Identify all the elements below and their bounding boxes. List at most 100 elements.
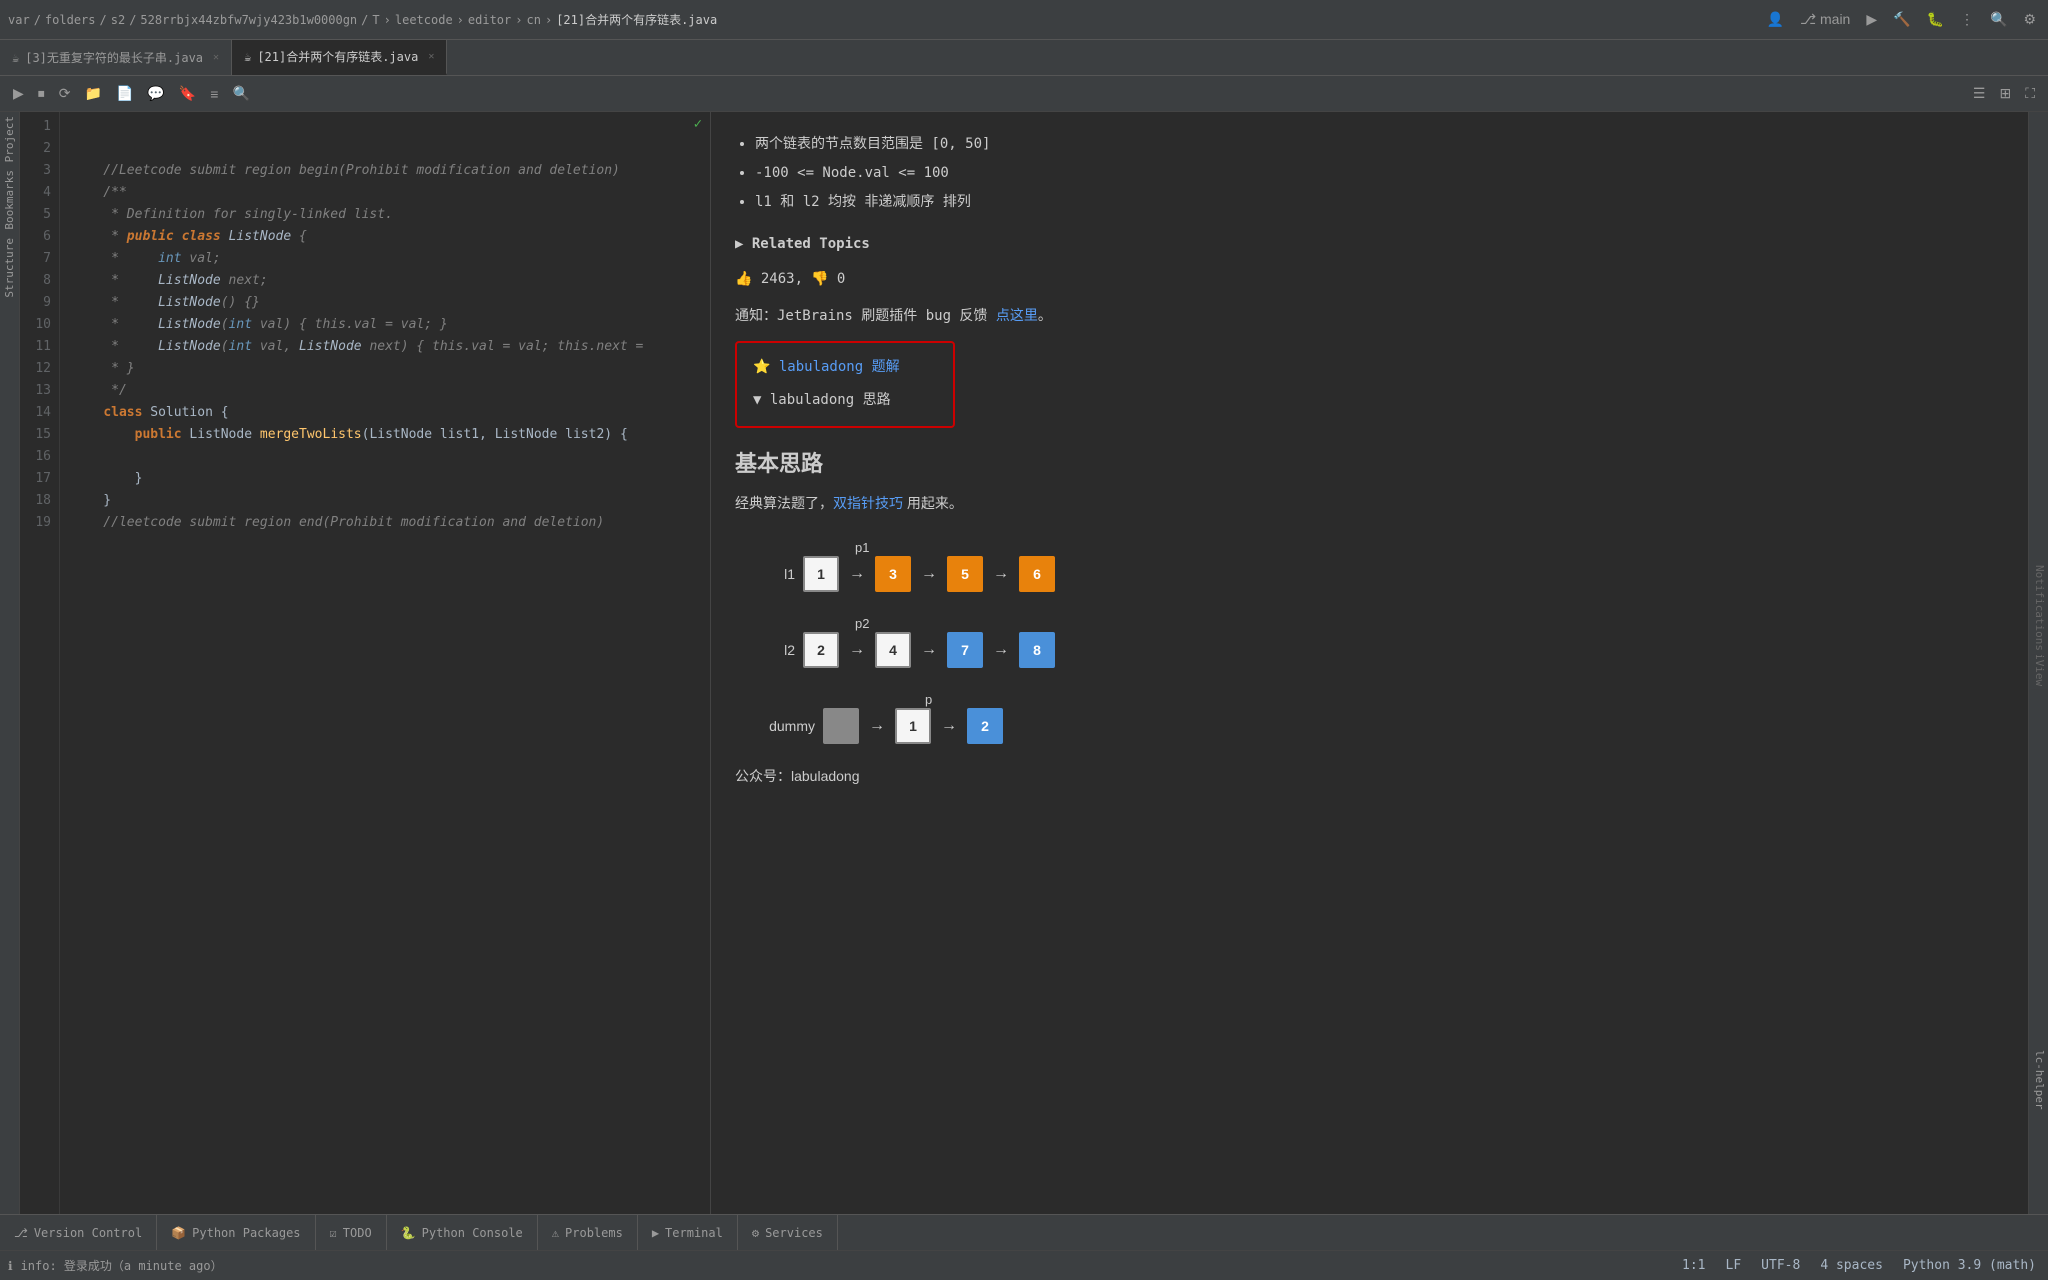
diff-button[interactable]: ≡ (205, 83, 223, 105)
line-2: //Leetcode submit region begin(Prohibit … (72, 163, 620, 178)
constraint-item: 两个链表的节点数目范围是 [0, 50] (755, 132, 2004, 157)
tab-services-label: Services (765, 1226, 823, 1240)
line-14: public ListNode mergeTwoLists(ListNode l… (72, 427, 628, 442)
tab-close-icon[interactable]: ✕ (213, 52, 219, 63)
left-panel: Project Bookmarks Structure (0, 112, 20, 1214)
run-icon[interactable]: ▶ (1862, 9, 1881, 30)
tab-services[interactable]: ⚙ Services (738, 1215, 838, 1250)
line-ending[interactable]: LF (1722, 1258, 1746, 1273)
line-10: * ListNode(int val, ListNode next) { thi… (72, 339, 643, 354)
sep: › (384, 13, 391, 27)
tab-python-console-label: Python Console (422, 1226, 523, 1240)
build-icon[interactable]: 🔨 (1889, 9, 1914, 30)
indent-setting[interactable]: 4 spaces (1816, 1258, 1887, 1273)
sep: / (361, 13, 368, 27)
tab-python-console[interactable]: 🐍 Python Console (387, 1215, 538, 1250)
arrow: → (921, 636, 937, 665)
tab-problems[interactable]: ⚠ Problems (538, 1215, 638, 1250)
tab-version-control-label: Version Control (34, 1226, 142, 1240)
lc-helper-label[interactable]: lc-helper (2031, 1046, 2048, 1114)
sep: / (34, 13, 41, 27)
todo-icon: ☑ (330, 1226, 337, 1240)
arrow: → (993, 560, 1009, 589)
line-12: */ (72, 383, 127, 398)
folder-button[interactable]: 📁 (80, 82, 107, 105)
line-3: /** (72, 185, 127, 200)
l2-label: l2 (735, 638, 795, 663)
right-content-panel: 两个链表的节点数目范围是 [0, 50] -100 <= Node.val <=… (710, 112, 2028, 1214)
language-setting[interactable]: Python 3.9 (math) (1899, 1258, 2040, 1273)
top-bar: var / folders / s2 / 528rrbjx44zbfw7wjy4… (0, 0, 2048, 40)
run-button[interactable]: ▶ (8, 82, 29, 105)
tab-close-icon-active[interactable]: ✕ (428, 51, 434, 62)
notification-link[interactable]: 点这里 (996, 308, 1038, 324)
tab-icon: ☕ (12, 51, 19, 65)
labuladong-thought[interactable]: ▼ labuladong 思路 (753, 392, 891, 408)
notifications-label[interactable]: Notifications (2031, 561, 2048, 655)
split-button[interactable]: ⊞ (1994, 82, 2016, 105)
comment-button[interactable]: 💬 (142, 82, 169, 105)
editor: 12345 678910 1112131415 16171819 //Leetc… (20, 112, 710, 1214)
breadcrumb-item[interactable]: s2 (111, 13, 125, 27)
p2-label: p2 (855, 612, 869, 635)
info-icon: ℹ (8, 1259, 13, 1273)
tab-label-active: [21]合并两个有序链表.java (257, 48, 418, 65)
labuladong-box: ⭐ labuladong 题解 ▼ labuladong 思路 (735, 341, 955, 427)
tab-version-control[interactable]: ⎇ Version Control (0, 1215, 157, 1250)
project-sidebar-label[interactable]: Project (1, 112, 18, 166)
encoding[interactable]: UTF-8 (1757, 1258, 1804, 1273)
refresh-button[interactable]: ⟳ (54, 82, 76, 105)
line-9: * ListNode(int val) { this.val = val; } (72, 317, 448, 332)
run-bar: ℹ info: 登录成功（a minute ago） 1:1 LF UTF-8 … (0, 1250, 2048, 1280)
branch-icon[interactable]: ⎇ main (1796, 9, 1854, 30)
breadcrumb-item[interactable]: cn (527, 13, 541, 27)
version-control-icon: ⎇ (14, 1226, 28, 1240)
breadcrumb-item[interactable]: 528rrbjx44zbfw7wjy423b1w0000gn (140, 13, 357, 27)
line-8: * ListNode() {} (72, 295, 260, 310)
related-topics[interactable]: ▶ Related Topics (735, 232, 2004, 257)
breadcrumb-item[interactable]: editor (468, 13, 511, 27)
tab-todo[interactable]: ☑ TODO (316, 1215, 387, 1250)
layout-button[interactable]: ☰ (1968, 82, 1991, 105)
main-content: Project Bookmarks Structure 12345 678910… (0, 112, 2048, 1214)
file-button[interactable]: 📄 (111, 82, 138, 105)
line-19 (72, 537, 80, 552)
line-15 (72, 449, 80, 464)
more-icon[interactable]: ⋮ (1956, 9, 1978, 30)
user-icon[interactable]: 👤 (1763, 9, 1788, 30)
l1-node-5: 5 (947, 556, 983, 592)
line-13: class Solution { (72, 405, 229, 420)
breadcrumb-item[interactable]: leetcode (395, 13, 453, 27)
dummy-label: dummy (735, 714, 815, 739)
code-area[interactable]: //Leetcode submit region begin(Prohibit … (60, 112, 710, 1214)
tab-item[interactable]: ☕ [3]无重复字符的最长子串.java ✕ (0, 40, 232, 75)
bookmarks-sidebar-label[interactable]: Bookmarks (1, 166, 18, 234)
l1-label: l1 (735, 562, 795, 587)
cursor-position[interactable]: 1:1 (1678, 1258, 1709, 1273)
settings-icon[interactable]: ⚙ (2019, 9, 2040, 30)
l1-node-3: 3 (875, 556, 911, 592)
inspect-button[interactable]: 🔍 (227, 82, 254, 105)
debug-icon[interactable]: 🐛 (1923, 9, 1948, 30)
l2-node-7: 7 (947, 632, 983, 668)
line-4: * Definition for singly-linked list. (72, 207, 393, 222)
tab-terminal[interactable]: ▶ Terminal (638, 1215, 738, 1250)
search-icon[interactable]: 🔍 (1986, 9, 2011, 30)
labuladong-title-link[interactable]: ⭐ labuladong 题解 (753, 359, 900, 375)
tab-item-active[interactable]: ☕ [21]合并两个有序链表.java ✕ (232, 40, 447, 75)
tab-python-packages[interactable]: 📦 Python Packages (157, 1215, 315, 1250)
line-5: * public class ListNode { (72, 229, 307, 244)
thumbs-section: 👍 2463, 👎 0 (735, 267, 2004, 292)
editor-content: 12345 678910 1112131415 16171819 //Leetc… (20, 112, 710, 1214)
fullscreen-button[interactable]: ⛶ (2020, 82, 2040, 105)
bookmark-button[interactable]: 🔖 (174, 82, 201, 105)
stop-button[interactable]: ⏹ (33, 82, 50, 105)
breadcrumb-item[interactable]: folders (45, 13, 96, 27)
thumbs-down: 👎 0 (811, 267, 845, 292)
breadcrumb-item[interactable]: var (8, 13, 30, 27)
structure-sidebar-label[interactable]: Structure (1, 234, 18, 302)
breadcrumb-item[interactable]: T (372, 13, 379, 27)
double-pointer-link[interactable]: 双指针技巧 (833, 495, 903, 511)
section-text: 经典算法题了，双指针技巧 用起来。 (735, 491, 2004, 516)
top-right-icons: 👤 ⎇ main ▶ 🔨 🐛 ⋮ 🔍 ⚙ (1763, 9, 2040, 30)
